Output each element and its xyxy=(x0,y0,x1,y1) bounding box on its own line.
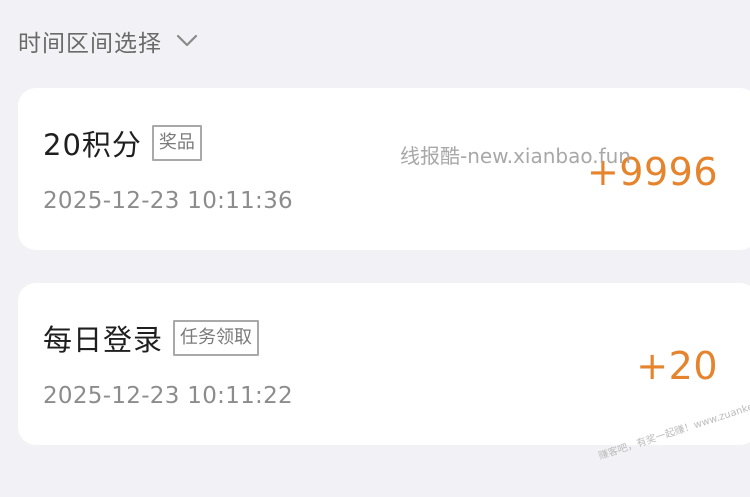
record-title-row: 20积分 奖品 xyxy=(43,122,202,164)
points-record-card: 20积分 奖品 2025-12-23 10:11:36 +9996 xyxy=(18,88,750,250)
points-record-card: 每日登录 任务领取 2025-12-23 10:11:22 +20 xyxy=(18,283,750,445)
watermark-text: 线报酷-new.xianbao.fun xyxy=(400,144,631,168)
chevron-down-icon[interactable] xyxy=(176,30,198,52)
record-timestamp: 2025-12-23 10:11:22 xyxy=(43,383,293,409)
time-range-filter-label: 时间区间选择 xyxy=(18,31,162,57)
record-title: 20积分 xyxy=(43,128,142,162)
record-source-tag: 奖品 xyxy=(151,125,202,161)
record-points-change: +20 xyxy=(636,344,718,388)
record-source-tag: 任务领取 xyxy=(173,320,260,356)
record-timestamp: 2025-12-23 10:11:36 xyxy=(43,188,293,214)
record-title-row: 每日登录 任务领取 xyxy=(43,317,260,359)
record-title: 每日登录 xyxy=(43,323,164,357)
time-range-filter[interactable]: 时间区间选择 xyxy=(18,22,198,60)
points-history-page: 时间区间选择 20积分 奖品 2025-12-23 10:11:36 +9996… xyxy=(0,0,750,497)
